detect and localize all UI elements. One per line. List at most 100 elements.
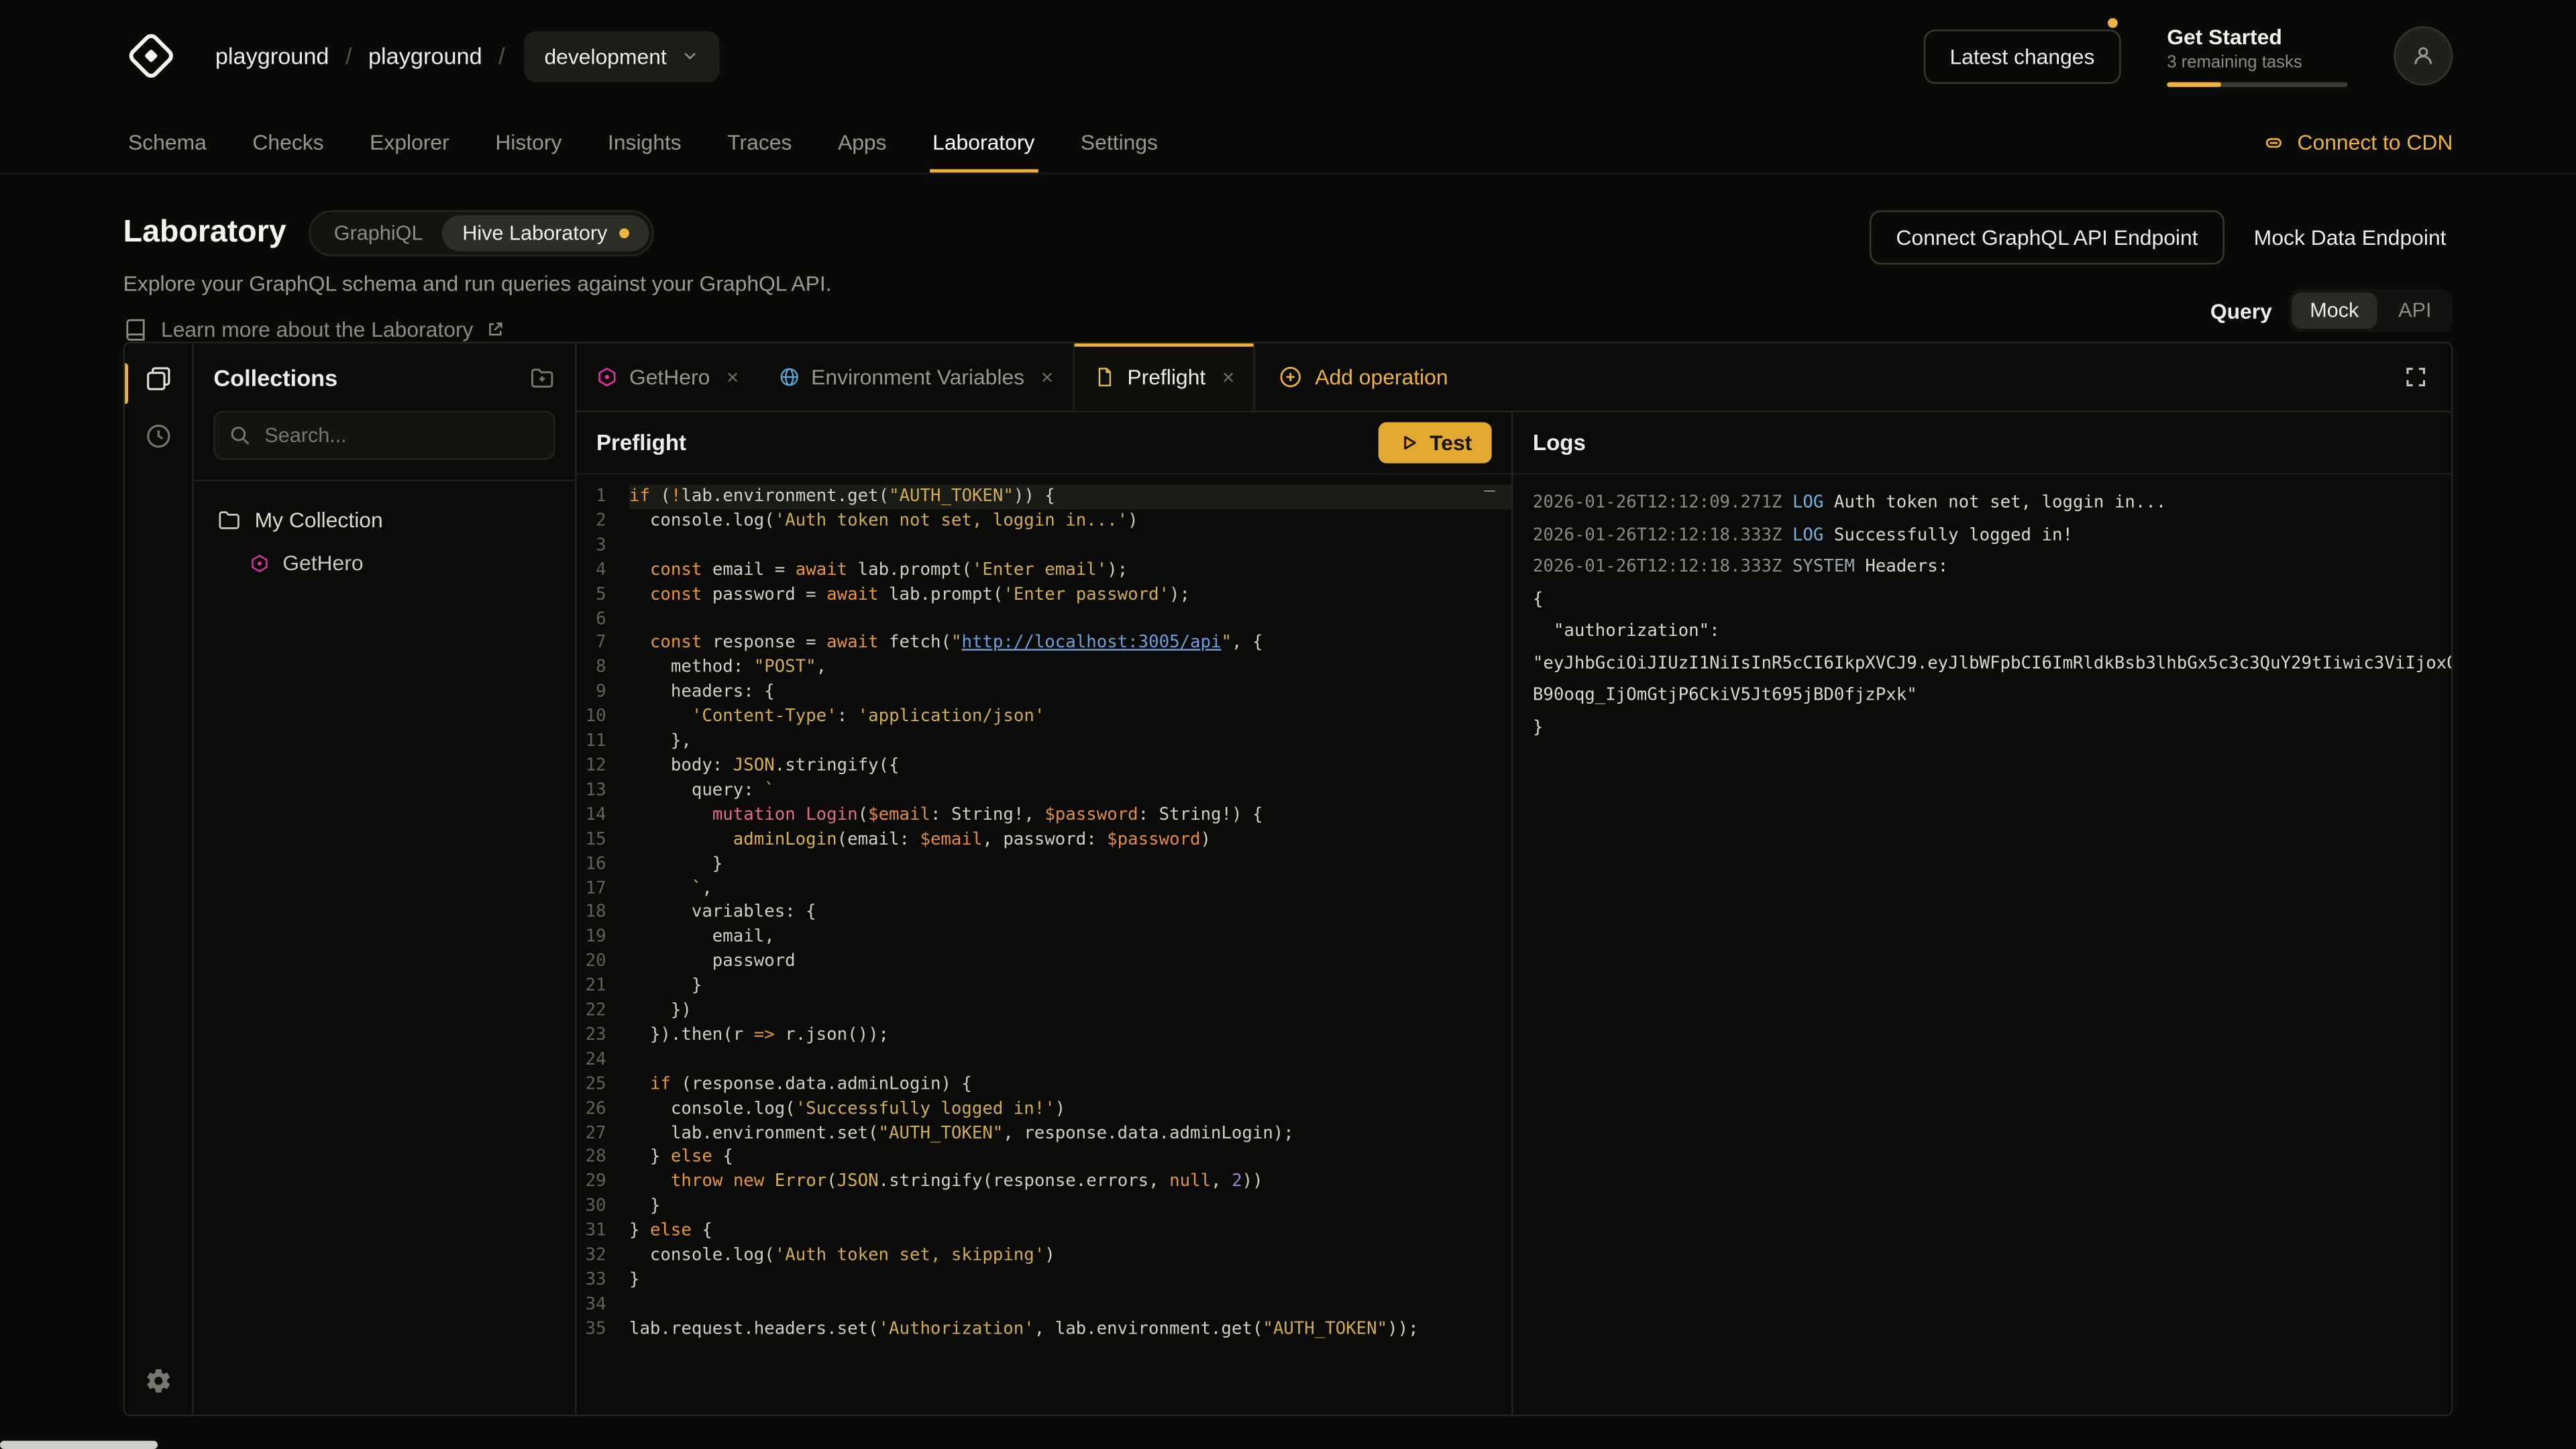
code-line-8[interactable]: 8 method: "POST", [577, 656, 1511, 681]
horizontal-scrollbar-thumb[interactable] [0, 1441, 158, 1449]
code-line-18[interactable]: 18 variables: { [577, 901, 1511, 926]
environment-selector[interactable]: development [525, 30, 719, 81]
query-mode-chips: MockAPI [2288, 289, 2453, 332]
lab-ui-toggle-graphiql[interactable]: GraphiQL [314, 215, 443, 252]
nav-item-settings[interactable]: Settings [1058, 112, 1181, 173]
line-number: 28 [577, 1146, 629, 1171]
line-number: 13 [577, 779, 629, 804]
code-line-24[interactable]: 24 [577, 1048, 1511, 1073]
code-line-17[interactable]: 17 `, [577, 877, 1511, 902]
query-mode-chip-api[interactable]: API [2380, 292, 2449, 329]
book-icon [123, 317, 148, 342]
code-line-2[interactable]: 2 console.log('Auth token not set, loggi… [577, 509, 1511, 534]
line-number: 20 [577, 950, 629, 975]
line-number: 17 [577, 877, 629, 902]
icon-rail [125, 343, 194, 1415]
code-line-text [629, 1048, 1511, 1073]
connect-to-cdn-button[interactable]: Connect to CDN [2263, 112, 2471, 173]
collection-operation-gethero[interactable]: GetHero [194, 542, 575, 583]
fold-control[interactable]: — [1484, 480, 1495, 504]
operations-area: GetHero×Environment Variables×Preflight×… [577, 343, 2451, 1415]
code-line-28[interactable]: 28 } else { [577, 1146, 1511, 1171]
app: playground / playground / development La… [0, 0, 2576, 1449]
code-line-16[interactable]: 16 } [577, 852, 1511, 877]
breadcrumb-project[interactable]: playground [368, 43, 482, 69]
code-line-1[interactable]: 1if (!lab.environment.get("AUTH_TOKEN"))… [577, 484, 1511, 509]
code-line-3[interactable]: 3 [577, 533, 1511, 558]
code-line-33[interactable]: 33} [577, 1269, 1511, 1293]
code-line-text: variables: { [629, 901, 1511, 926]
line-number: 19 [577, 926, 629, 951]
code-line-text: }).then(r => r.json()); [629, 1024, 1511, 1049]
code-line-5[interactable]: 5 const password = await lab.prompt('Ent… [577, 582, 1511, 607]
nav-item-insights[interactable]: Insights [585, 112, 704, 173]
code-line-34[interactable]: 34 [577, 1293, 1511, 1318]
nav-item-laboratory[interactable]: Laboratory [910, 112, 1058, 173]
code-line-9[interactable]: 9 headers: { [577, 680, 1511, 705]
page-subtitle: Explore your GraphQL schema and run quer… [123, 271, 832, 296]
code-line-text [629, 533, 1511, 558]
code-line-10[interactable]: 10 'Content-Type': 'application/json' [577, 705, 1511, 730]
hive-logo[interactable] [123, 28, 179, 84]
user-avatar[interactable] [2394, 26, 2453, 85]
nav-item-apps[interactable]: Apps [815, 112, 910, 173]
code-line-6[interactable]: 6 [577, 607, 1511, 632]
close-icon[interactable]: × [1222, 366, 1235, 388]
code-line-35[interactable]: 35lab.request.headers.set('Authorization… [577, 1318, 1511, 1342]
tab-preflight[interactable]: Preflight× [1073, 343, 1256, 411]
code-editor[interactable]: — 1if (!lab.environment.get("AUTH_TOKEN"… [577, 475, 1511, 1415]
settings-rail-button[interactable] [145, 1367, 173, 1395]
new-collection-button[interactable] [529, 365, 555, 391]
test-button[interactable]: Test [1379, 422, 1491, 463]
code-line-11[interactable]: 11 }, [577, 730, 1511, 755]
collections-rail-button[interactable] [145, 365, 173, 393]
code-line-25[interactable]: 25 if (response.data.adminLogin) { [577, 1073, 1511, 1097]
code-line-12[interactable]: 12 body: JSON.stringify({ [577, 754, 1511, 779]
collection-folder-my-collection[interactable]: My Collection [194, 498, 575, 542]
history-rail-button[interactable] [145, 422, 173, 450]
close-icon[interactable]: × [1041, 366, 1054, 388]
code-line-15[interactable]: 15 adminLogin(email: $email, password: $… [577, 828, 1511, 853]
code-line-32[interactable]: 32 console.log('Auth token set, skipping… [577, 1244, 1511, 1269]
logs-pane-title: Logs [1533, 431, 1586, 455]
editor-pane-title: Preflight [596, 431, 686, 455]
mock-endpoint-button[interactable]: Mock Data Endpoint [2247, 212, 2453, 263]
line-number: 33 [577, 1269, 629, 1293]
lab-ui-toggle-hive-laboratory[interactable]: Hive Laboratory [443, 215, 649, 252]
code-line-31[interactable]: 31} else { [577, 1220, 1511, 1244]
latest-changes-button[interactable]: Latest changes [1923, 29, 2121, 83]
code-line-20[interactable]: 20 password [577, 950, 1511, 975]
code-line-7[interactable]: 7 const response = await fetch("http://l… [577, 631, 1511, 656]
code-line-text: lab.environment.set("AUTH_TOKEN", respon… [629, 1122, 1511, 1146]
code-line-26[interactable]: 26 console.log('Successfully logged in!'… [577, 1097, 1511, 1122]
close-icon[interactable]: × [727, 366, 739, 388]
code-line-19[interactable]: 19 email, [577, 926, 1511, 951]
add-operation-button[interactable]: Add operation [1256, 343, 1471, 411]
tab-gethero[interactable]: GetHero× [577, 343, 759, 411]
nav-item-explorer[interactable]: Explorer [347, 112, 472, 173]
code-line-13[interactable]: 13 query: ` [577, 779, 1511, 804]
log-entry: } [1533, 712, 2451, 745]
collections-search-input[interactable] [213, 411, 555, 460]
code-line-4[interactable]: 4 const email = await lab.prompt('Enter … [577, 558, 1511, 583]
collections-tree: My CollectionGetHero [194, 480, 575, 1414]
connect-endpoint-button[interactable]: Connect GraphQL API Endpoint [1870, 210, 2224, 264]
code-line-27[interactable]: 27 lab.environment.set("AUTH_TOKEN", res… [577, 1122, 1511, 1146]
code-line-23[interactable]: 23 }).then(r => r.json()); [577, 1024, 1511, 1049]
tab-environment-variables[interactable]: Environment Variables× [759, 343, 1073, 411]
code-line-30[interactable]: 30 } [577, 1195, 1511, 1220]
code-line-14[interactable]: 14 mutation Login($email: String!, $pass… [577, 803, 1511, 828]
nav-item-schema[interactable]: Schema [105, 112, 229, 173]
nav-item-history[interactable]: History [472, 112, 585, 173]
code-line-21[interactable]: 21 } [577, 975, 1511, 1000]
nav-item-traces[interactable]: Traces [704, 112, 815, 173]
fullscreen-button[interactable] [2381, 343, 2451, 411]
code-line-29[interactable]: 29 throw new Error(JSON.stringify(respon… [577, 1171, 1511, 1195]
get-started-widget[interactable]: Get Started 3 remaining tasks [2167, 24, 2347, 87]
learn-more-link[interactable]: Learn more about the Laboratory [123, 317, 832, 342]
line-number: 8 [577, 656, 629, 681]
code-line-22[interactable]: 22 }) [577, 999, 1511, 1024]
query-mode-chip-mock[interactable]: Mock [2292, 292, 2377, 329]
nav-item-checks[interactable]: Checks [229, 112, 347, 173]
breadcrumb-org[interactable]: playground [215, 43, 329, 69]
